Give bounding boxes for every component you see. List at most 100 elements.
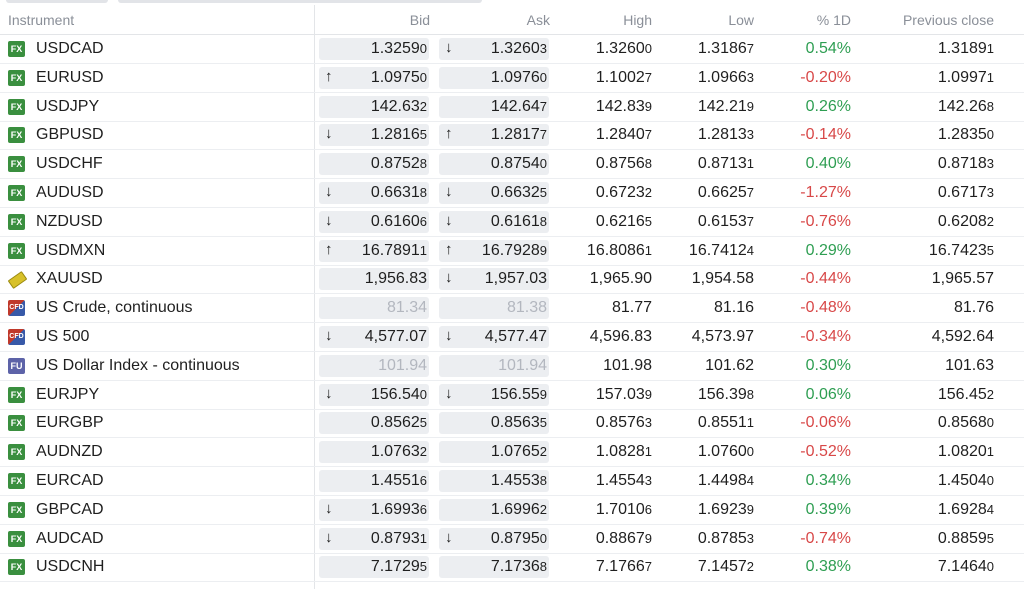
table-row[interactable]: CFD US 500 ↓ 4,577.07 ↓ 4,577.47 4,596.83 4,573…: [0, 323, 1024, 352]
instrument-symbol[interactable]: USDJPY: [36, 98, 99, 116]
table-row[interactable]: FX USDMXN ↑ 16.78911 ↑ 16.79289 16.80861 16.741…: [0, 237, 1024, 266]
bid-price-box[interactable]: 1.32590: [319, 38, 429, 60]
low-value: 156.398: [698, 386, 754, 404]
fx-badge-icon: FX: [8, 127, 25, 144]
instrument-symbol[interactable]: XAUUSD: [36, 270, 103, 288]
instrument-symbol[interactable]: EURGBP: [36, 414, 104, 432]
instrument-symbol[interactable]: GBPUSD: [36, 126, 104, 144]
ask-value: 1.45538: [491, 472, 547, 490]
ask-price-box[interactable]: ↑ 16.79289: [439, 239, 549, 262]
instrument-symbol[interactable]: EURUSD: [36, 69, 104, 87]
ask-price-box[interactable]: ↓ 0.61618: [439, 210, 549, 233]
instrument-symbol[interactable]: AUDUSD: [36, 184, 104, 202]
ask-price-box[interactable]: 1.69962: [439, 498, 549, 521]
bid-price-box[interactable]: 142.632: [319, 95, 429, 118]
instrument-symbol[interactable]: EURCAD: [36, 472, 104, 490]
change-value: 0.40%: [806, 155, 851, 173]
bid-price-box[interactable]: 0.87528: [319, 153, 429, 176]
bid-price-box[interactable]: ↓ 4,577.07: [319, 326, 429, 348]
instrument-symbol[interactable]: NZDUSD: [36, 213, 103, 231]
instrument-symbol[interactable]: USDCHF: [36, 155, 103, 173]
change-value-main: -0.52%: [800, 443, 851, 461]
ask-price-box[interactable]: 0.85635: [439, 412, 549, 435]
ask-price-box[interactable]: ↓ 156.559: [439, 383, 549, 406]
ask-price-box[interactable]: 1.07652: [439, 441, 549, 464]
ask-price-box[interactable]: 1.09760: [439, 66, 549, 89]
table-row[interactable]: CFD US Crude, continuous 81.34 81.38 81.77 81…: [0, 294, 1024, 324]
bid-price-box[interactable]: ↑ 16.78911: [319, 239, 429, 262]
bid-price-box[interactable]: 81.34: [319, 297, 429, 320]
bid-price-box[interactable]: 1.45516: [319, 470, 429, 492]
tab-indicator[interactable]: [6, 0, 108, 3]
table-row[interactable]: FX NZDUSD ↓ 0.61606 ↓ 0.61618 0.62165 0.61537 -0…: [0, 208, 1024, 237]
previous-close-value-main: 1.6928: [937, 500, 987, 518]
instrument-symbol[interactable]: AUDNZD: [36, 443, 103, 461]
ask-price-box[interactable]: ↓ 0.66325: [439, 182, 549, 204]
low-value-main: 1.4498: [697, 472, 747, 489]
previous-close-value-pip: 5: [986, 242, 994, 258]
header-change[interactable]: % 1D: [817, 12, 851, 28]
previous-close-value: 0.88595: [938, 530, 994, 548]
instrument-symbol[interactable]: GBPCAD: [36, 501, 104, 519]
table-row[interactable]: FX AUDUSD ↓ 0.66318 ↓ 0.66325 0.67232 0.66257 -1…: [0, 179, 1024, 208]
instrument-symbol[interactable]: USDCAD: [36, 40, 104, 58]
ask-price-box[interactable]: 0.87540: [439, 153, 549, 176]
bid-value-pip: 0: [419, 69, 427, 85]
instrument-symbol[interactable]: USDMXN: [36, 242, 105, 260]
table-row[interactable]: FU US Dollar Index - continuous 101.94 101.…: [0, 352, 1024, 381]
ask-price-box[interactable]: 7.17368: [439, 556, 549, 579]
bid-price-box[interactable]: ↓ 0.66318: [319, 182, 429, 204]
table-row[interactable]: FX EURUSD ↑ 1.09750 1.09760 1.10027 1.09663 -0.…: [0, 64, 1024, 93]
ask-price-box[interactable]: 101.94: [439, 354, 549, 377]
instrument-symbol[interactable]: US Crude, continuous: [36, 299, 193, 317]
bid-price-box[interactable]: ↓ 0.87931: [319, 527, 429, 550]
bid-price-box[interactable]: ↓ 1.28165: [319, 124, 429, 147]
table-row[interactable]: FX EURCAD 1.45516 1.45538 1.45543 1.44984 0.34…: [0, 467, 1024, 496]
header-instrument[interactable]: Instrument: [8, 12, 74, 28]
ask-price-box[interactable]: ↓ 4,577.47: [439, 326, 549, 348]
bid-price-box[interactable]: 1,956.83: [319, 268, 429, 291]
table-row[interactable]: FX AUDCAD ↓ 0.87931 ↓ 0.87950 0.88679 0.87853 -0…: [0, 525, 1024, 554]
bid-price-box[interactable]: 101.94: [319, 354, 429, 377]
bid-price-box[interactable]: 7.17295: [319, 556, 429, 579]
ask-price-box[interactable]: ↓ 1.32603: [439, 38, 549, 60]
header-low[interactable]: Low: [728, 12, 754, 28]
ask-value-pip: 7: [539, 127, 547, 143]
header-previous-close[interactable]: Previous close: [903, 12, 994, 28]
header-ask[interactable]: Ask: [527, 12, 550, 28]
header-bid[interactable]: Bid: [410, 12, 430, 28]
table-row[interactable]: FX USDCNH 7.17295 7.17368 7.17667 7.14572 0.38…: [0, 553, 1024, 583]
table-row[interactable]: FX GBPCAD ↓ 1.69936 1.69962 1.70106 1.69239 0.3…: [0, 496, 1024, 525]
ask-price-box[interactable]: 1.45538: [439, 470, 549, 492]
table-row[interactable]: FX USDCAD 1.32590 ↓ 1.32603 1.32600 1.31867 0.5…: [0, 35, 1024, 64]
table-row[interactable]: FX USDCHF 0.87528 0.87540 0.87568 0.87131 0.40…: [0, 150, 1024, 180]
low-value: 7.14572: [698, 558, 754, 576]
instrument-symbol[interactable]: US 500: [36, 328, 89, 346]
change-value: 0.30%: [806, 357, 851, 375]
ask-price-box[interactable]: 142.647: [439, 95, 549, 118]
instrument-symbol[interactable]: US Dollar Index - continuous: [36, 357, 240, 375]
table-row[interactable]: FX EURJPY ↓ 156.540 ↓ 156.559 157.039 156.398 0.…: [0, 381, 1024, 410]
ask-price-box[interactable]: ↓ 0.87950: [439, 527, 549, 550]
bid-price-box[interactable]: 1.07632: [319, 441, 429, 464]
bid-price-box[interactable]: ↑ 1.09750: [319, 66, 429, 89]
header-high[interactable]: High: [623, 12, 652, 28]
bid-price-box[interactable]: 0.85625: [319, 412, 429, 435]
table-row[interactable]: FX EURGBP 0.85625 0.85635 0.85763 0.85511 -0.0…: [0, 409, 1024, 439]
bid-price-box[interactable]: ↓ 0.61606: [319, 210, 429, 233]
bid-price-box[interactable]: ↓ 156.540: [319, 383, 429, 406]
tab-indicator[interactable]: [118, 0, 482, 3]
instrument-symbol[interactable]: EURJPY: [36, 386, 99, 404]
table-row[interactable]: FX GBPUSD ↓ 1.28165 ↑ 1.28177 1.28407 1.28133 -0…: [0, 121, 1024, 151]
table-row[interactable]: XAUUSD 1,956.83 ↓ 1,957.03 1,965.90 1,954.58 -…: [0, 265, 1024, 295]
bid-price-box[interactable]: ↓ 1.69936: [319, 498, 429, 521]
high-value: 0.62165: [596, 213, 652, 231]
instrument-symbol[interactable]: AUDCAD: [36, 530, 104, 548]
ask-price-box[interactable]: 81.38: [439, 297, 549, 320]
table-row[interactable]: FX USDJPY 142.632 142.647 142.839 142.219 0.26…: [0, 93, 1024, 122]
table-row[interactable]: FX AUDNZD 1.07632 1.07652 1.08281 1.07600 -0.5…: [0, 438, 1024, 468]
ask-price-box[interactable]: ↑ 1.28177: [439, 124, 549, 147]
instrument-symbol[interactable]: USDCNH: [36, 558, 104, 576]
high-value: 0.67232: [596, 184, 652, 202]
ask-price-box[interactable]: ↓ 1,957.03: [439, 268, 549, 291]
